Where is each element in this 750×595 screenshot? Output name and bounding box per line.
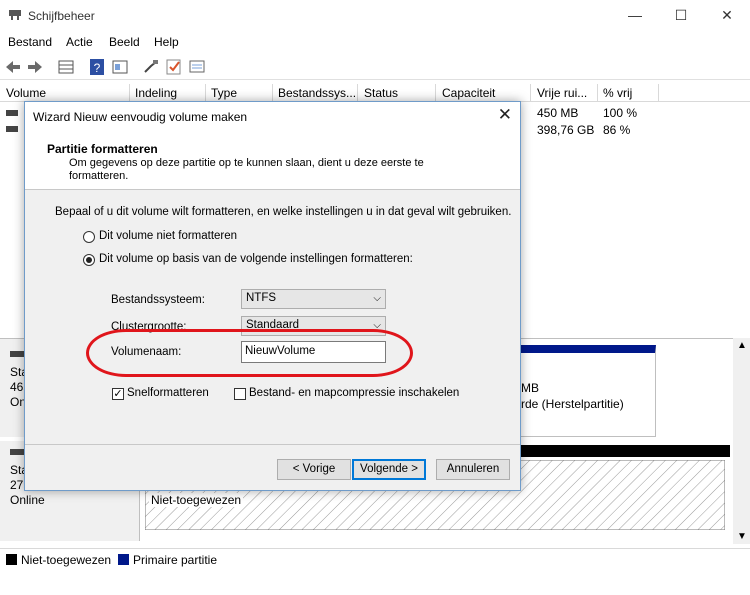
forward-arrow-icon[interactable] <box>26 58 44 76</box>
disk-1-status: Online <box>10 493 45 507</box>
disk-icon <box>10 351 24 357</box>
instruction-text: Bepaal of u dit volume wilt formatteren,… <box>55 206 512 218</box>
header-subtitle: Om gegevens op deze partitie op te kunne… <box>69 157 424 182</box>
col-divider[interactable] <box>597 84 598 102</box>
volume-drive-icon <box>6 110 18 116</box>
unallocated-label: Niet-toegewezen <box>149 493 244 507</box>
volume-pct-free: 100 % <box>603 106 638 120</box>
menu-help[interactable]: Help <box>154 35 179 49</box>
col-divider[interactable] <box>530 84 531 102</box>
col-capaciteit[interactable]: Capaciteit <box>442 86 495 100</box>
maximize-button[interactable]: ☐ <box>658 0 704 30</box>
col-pct-vrij[interactable]: % vrij <box>603 86 632 100</box>
dialog-divider <box>25 444 520 445</box>
menu-bar: Bestand Actie Beeld Help <box>0 32 750 52</box>
col-divider[interactable] <box>205 84 206 102</box>
scroll-down-icon[interactable]: ▼ <box>737 531 747 542</box>
partition-desc: rde (Herstelpartitie) <box>521 397 624 411</box>
back-arrow-icon[interactable] <box>4 58 22 76</box>
disk-management-app-icon <box>9 10 21 20</box>
dialog-close-button[interactable]: ✕ <box>498 105 512 125</box>
menu-actie[interactable]: Actie <box>66 35 93 49</box>
compression-label[interactable]: Bestand- en mapcompressie inschakelen <box>249 387 459 399</box>
col-type[interactable]: Type <box>211 86 237 100</box>
radio-no-format-label[interactable]: Dit volume niet formatteren <box>99 230 237 242</box>
col-status[interactable]: Status <box>364 86 398 100</box>
svg-text:?: ? <box>94 61 101 75</box>
col-divider[interactable] <box>129 84 130 102</box>
filesystem-label: Bestandssysteem: <box>111 294 205 306</box>
volume-list-icon[interactable] <box>57 58 75 76</box>
disk-area-scrollbar[interactable]: ▲ ▼ <box>733 338 750 544</box>
legend-bar: Niet-toegewezen Primaire partitie <box>0 548 750 570</box>
volume-pct-free: 86 % <box>603 123 631 137</box>
toolbar: ? <box>0 54 750 80</box>
col-divider[interactable] <box>435 84 436 102</box>
volume-list-header: Volume Indeling Type Bestandssys... Stat… <box>0 84 750 102</box>
menu-beeld[interactable]: Beeld <box>109 35 140 49</box>
dialog-title: Wizard Nieuw eenvoudig volume maken <box>33 110 248 124</box>
col-indeling[interactable]: Indeling <box>135 86 177 100</box>
col-divider[interactable] <box>272 84 273 102</box>
dialog-header: Partitie formatteren Om gegevens op deze… <box>25 132 520 190</box>
wizard-dialog: Wizard Nieuw eenvoudig volume maken ✕ Pa… <box>24 101 521 491</box>
volume-free-space: 450 MB <box>537 106 579 120</box>
red-highlight-annotation <box>86 329 413 377</box>
legend-unallocated: Niet-toegewezen <box>21 553 112 567</box>
menu-bestand[interactable]: Bestand <box>8 35 52 49</box>
legend-primary-swatch <box>118 554 129 565</box>
properties-icon[interactable] <box>111 58 129 76</box>
help-icon[interactable]: ? <box>88 58 106 76</box>
check-icon[interactable] <box>165 58 183 76</box>
volume-free-space: 398,76 GB <box>537 123 595 137</box>
main-titlebar: Schijfbeheer — ☐ ✕ <box>0 0 750 32</box>
filesystem-value: NTFS <box>246 292 277 304</box>
disk-icon <box>10 449 24 455</box>
col-bestandssysteem[interactable]: Bestandssys... <box>278 86 356 100</box>
col-vrije-ruimte[interactable]: Vrije rui... <box>537 86 587 100</box>
col-divider[interactable] <box>658 84 659 102</box>
filesystem-select[interactable]: NTFS ⌵ <box>241 289 386 309</box>
header-title: Partitie formatteren <box>47 142 158 156</box>
col-divider[interactable] <box>357 84 358 102</box>
compression-checkbox[interactable] <box>234 388 246 400</box>
disk-list-icon[interactable] <box>188 58 206 76</box>
close-button[interactable]: ✕ <box>704 0 750 30</box>
minimize-button[interactable]: — <box>612 0 658 30</box>
radio-format-label[interactable]: Dit volume op basis van de volgende inst… <box>99 253 413 265</box>
quick-format-checkbox[interactable]: ✓ <box>112 388 124 400</box>
quick-format-label[interactable]: Snelformatteren <box>127 387 209 399</box>
connect-icon[interactable] <box>142 58 160 76</box>
volume-drive-icon <box>6 126 18 132</box>
partition-size: MB <box>521 381 539 395</box>
legend-primary: Primaire partitie <box>133 553 218 567</box>
col-volume[interactable]: Volume <box>6 86 46 100</box>
next-button[interactable]: Volgende > <box>352 459 426 480</box>
recovery-partition[interactable]: MB rde (Herstelpartitie) <box>510 345 656 437</box>
legend-unallocated-swatch <box>6 554 17 565</box>
radio-no-format[interactable] <box>83 231 95 243</box>
window-title: Schijfbeheer <box>28 9 95 23</box>
radio-format[interactable] <box>83 254 95 266</box>
back-button[interactable]: < Vorige <box>277 459 351 480</box>
scroll-up-icon[interactable]: ▲ <box>737 340 747 351</box>
dialog-titlebar: Wizard Nieuw eenvoudig volume maken ✕ <box>25 102 520 132</box>
cancel-button[interactable]: Annuleren <box>436 459 510 480</box>
chevron-down-icon: ⌵ <box>373 293 381 304</box>
